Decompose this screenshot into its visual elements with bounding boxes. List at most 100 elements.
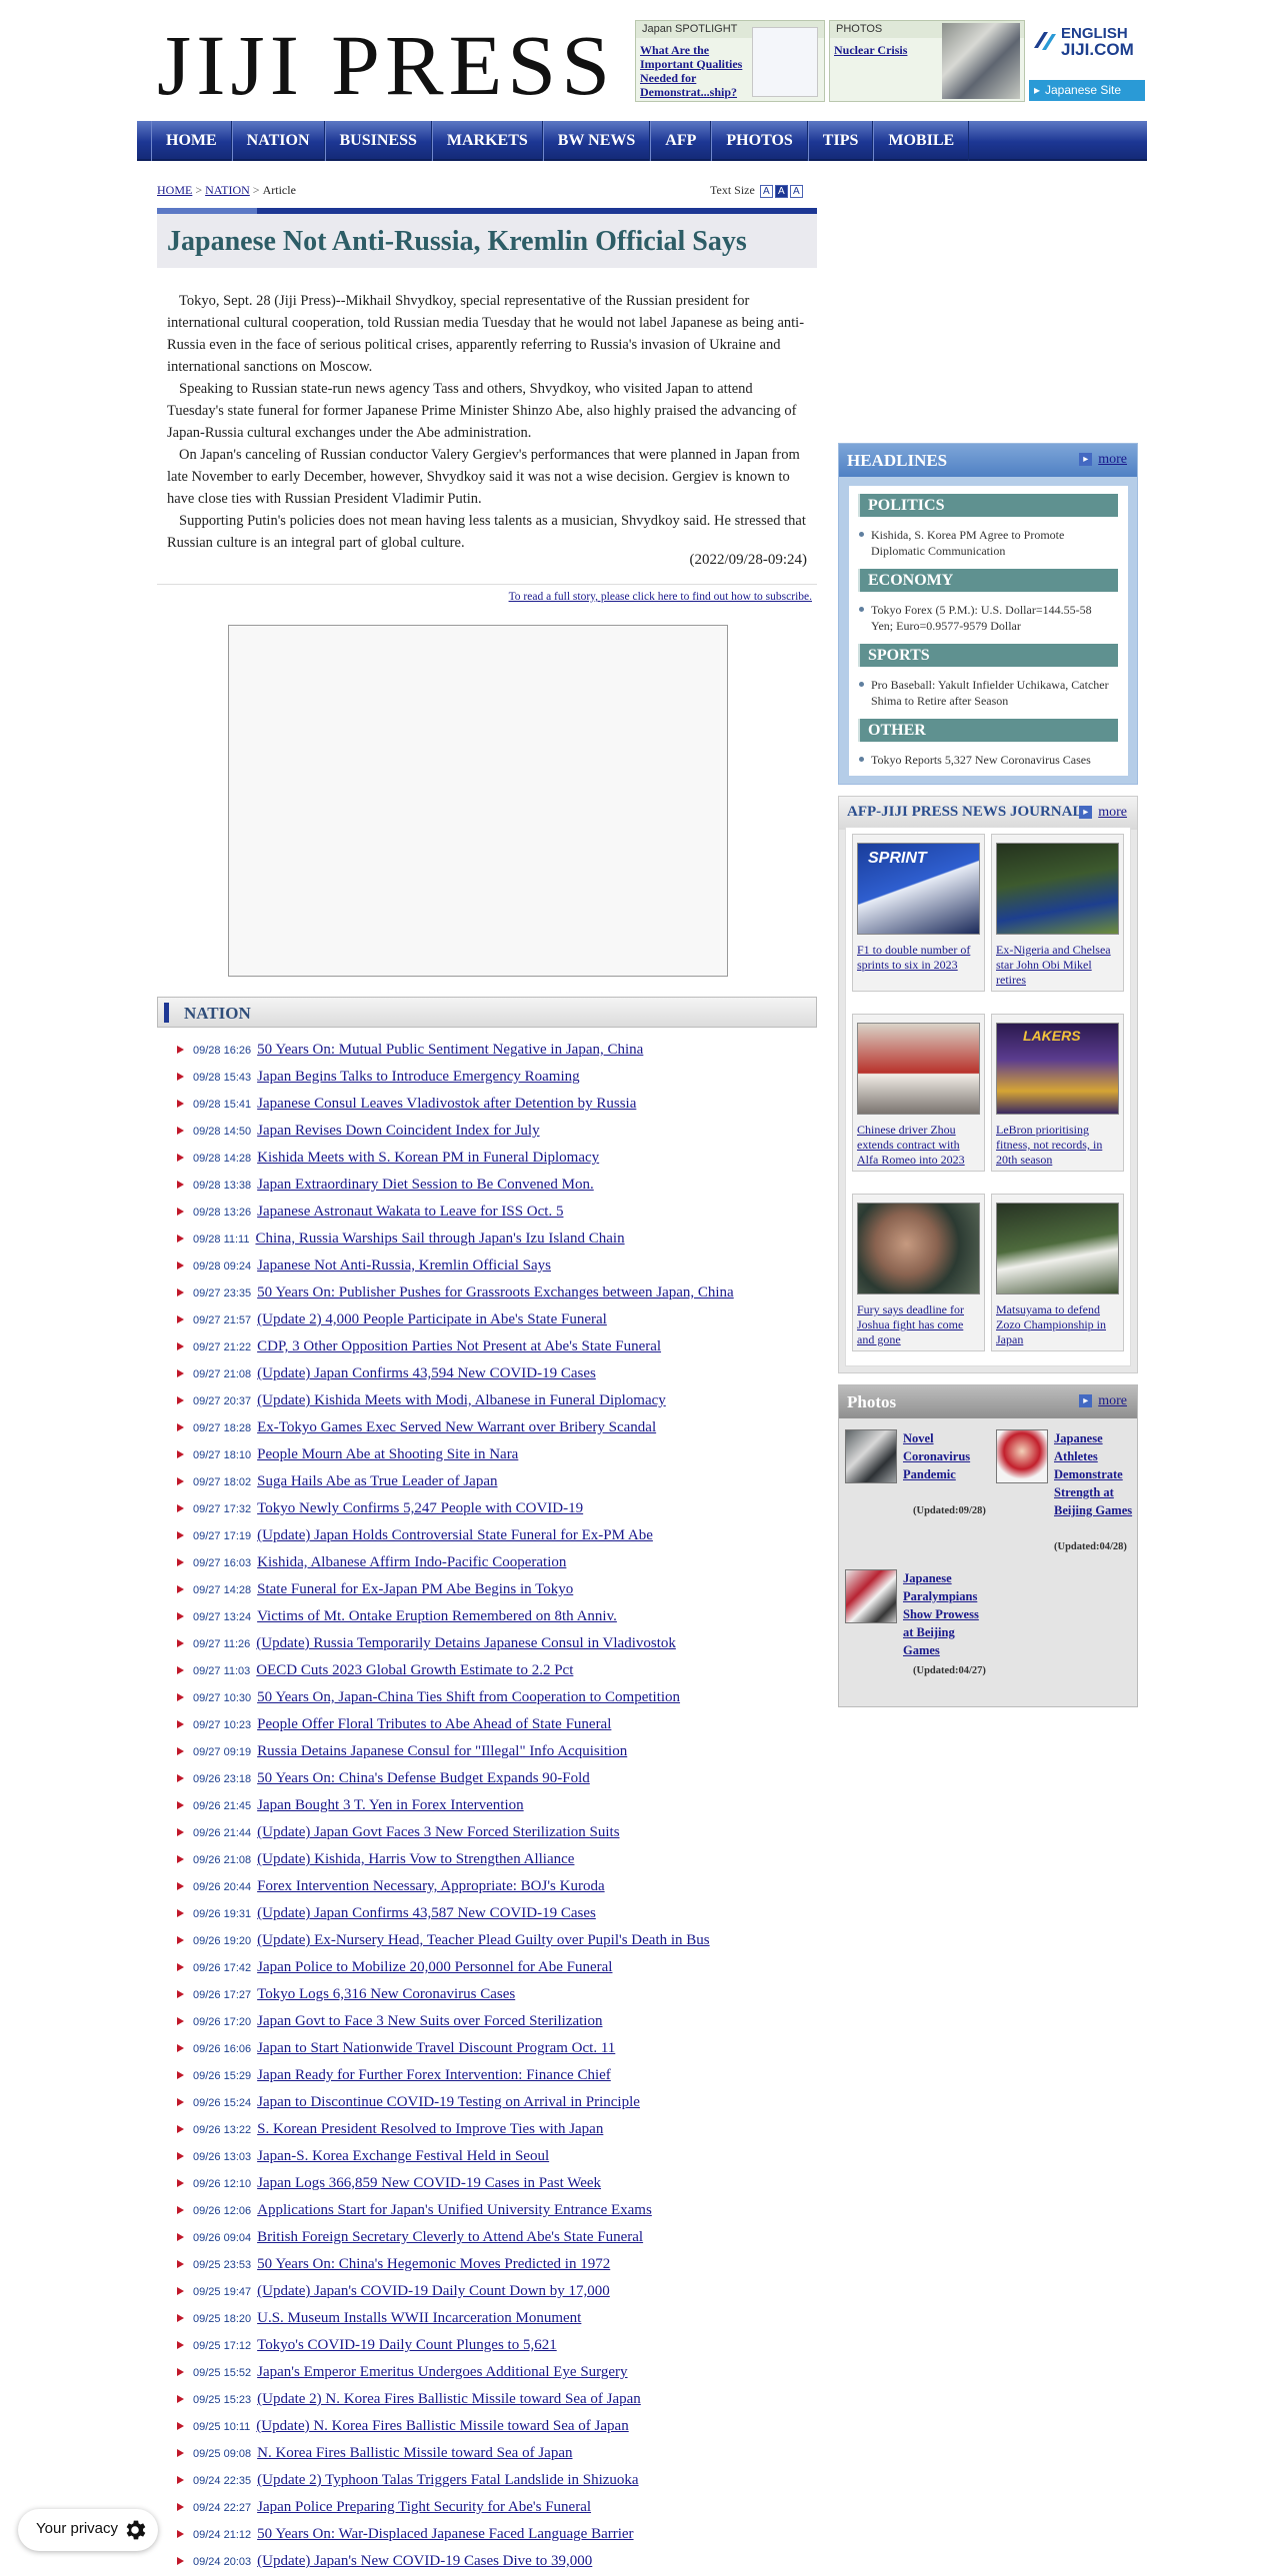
news-link[interactable]: Japan Begins Talks to Introduce Emergenc… — [257, 1069, 580, 1085]
news-link[interactable]: (Update 2) 4,000 People Participate in A… — [257, 1311, 607, 1327]
news-link[interactable]: Japanese Astronaut Wakata to Leave for I… — [257, 1204, 563, 1220]
nav-mobile[interactable]: MOBILE — [873, 121, 970, 161]
news-link[interactable]: 50 Years On: China's Defense Budget Expa… — [257, 1770, 590, 1786]
afp-card-caption[interactable]: Matsuyama to defend Zozo Championship in… — [996, 1302, 1121, 1347]
afp-card-image[interactable] — [996, 843, 1119, 935]
news-link[interactable]: State Funeral for Ex-Japan PM Abe Begins… — [257, 1581, 573, 1597]
news-link[interactable]: Japan Logs 366,859 New COVID-19 Cases in… — [257, 2175, 601, 2191]
news-link[interactable]: CDP, 3 Other Opposition Parties Not Pres… — [257, 1338, 661, 1354]
afp-card[interactable]: SPRINT F1 to double number of sprints to… — [852, 834, 985, 992]
afp-card-caption[interactable]: F1 to double number of sprints to six in… — [857, 943, 982, 973]
news-link[interactable]: Japan Bought 3 T. Yen in Forex Intervent… — [257, 1797, 524, 1813]
category-economy[interactable]: ECONOMY — [858, 569, 1118, 592]
news-link[interactable]: 50 Years On: War-Displaced Japanese Face… — [257, 2526, 633, 2542]
afp-card-caption[interactable]: LeBron prioritising fitness, not records… — [996, 1123, 1121, 1168]
nav-business[interactable]: BUSINESS — [324, 121, 432, 161]
privacy-settings-button[interactable]: Your privacy — [18, 2509, 158, 2551]
afp-card-image[interactable]: SPRINT — [857, 843, 980, 935]
afp-card-image[interactable] — [857, 1023, 980, 1115]
news-link[interactable]: Japan Police Preparing Tight Security fo… — [257, 2499, 591, 2515]
news-link[interactable]: Applications Start for Japan's Unified U… — [257, 2202, 652, 2218]
news-link[interactable]: (Update) Kishida Meets with Modi, Albane… — [257, 1392, 666, 1408]
afp-card-image[interactable] — [996, 1203, 1119, 1294]
news-link[interactable]: Tokyo's COVID-19 Daily Count Plunges to … — [257, 2337, 557, 2353]
afp-more-link[interactable]: more — [1079, 805, 1127, 821]
nav-afp[interactable]: AFP — [650, 121, 712, 161]
news-link[interactable]: Japanese Not Anti-Russia, Kremlin Offici… — [257, 1258, 551, 1274]
photo-thumbnail[interactable] — [845, 1429, 897, 1483]
photo-caption[interactable]: Novel Coronavirus Pandemic — [903, 1429, 983, 1483]
news-link[interactable]: Japan to Start Nationwide Travel Discoun… — [257, 2040, 615, 2056]
headline-item[interactable]: Tokyo Reports 5,327 New Coronavirus Case… — [857, 752, 1112, 768]
afp-card-image[interactable]: LAKERS — [996, 1023, 1119, 1115]
headline-item[interactable]: Tokyo Forex (5 P.M.): U.S. Dollar=144.55… — [857, 602, 1112, 634]
spotlight-thumbnail[interactable] — [752, 27, 818, 97]
text-size-medium-button[interactable]: A — [774, 185, 788, 198]
news-link[interactable]: (Update) Ex-Nursery Head, Teacher Plead … — [257, 1932, 710, 1948]
nav-markets[interactable]: MARKETS — [431, 121, 543, 161]
nav-photos[interactable]: PHOTOS — [711, 121, 808, 161]
site-logo[interactable]: JIJI PRESS — [157, 22, 615, 108]
news-link[interactable]: China, Russia Warships Sail through Japa… — [255, 1231, 624, 1247]
news-link[interactable]: Suga Hails Abe as True Leader of Japan — [257, 1473, 497, 1489]
news-link[interactable]: 50 Years On, Japan-China Ties Shift from… — [257, 1689, 680, 1705]
news-link[interactable]: S. Korean President Resolved to Improve … — [257, 2121, 603, 2137]
headline-item[interactable]: Pro Baseball: Yakult Infielder Uchikawa,… — [857, 677, 1112, 709]
category-politics[interactable]: POLITICS — [858, 494, 1118, 517]
news-link[interactable]: Japan's Emperor Emeritus Undergoes Addit… — [257, 2364, 627, 2380]
news-link[interactable]: (Update) Japan Confirms 43,587 New COVID… — [257, 1905, 596, 1921]
nav-nation[interactable]: NATION — [231, 121, 325, 161]
photo-caption[interactable]: Japanese Paralympians Show Prowess at Be… — [903, 1569, 983, 1659]
afp-card[interactable]: Fury says deadline for Joshua fight has … — [852, 1194, 985, 1351]
news-link[interactable]: (Update) N. Korea Fires Ballistic Missil… — [256, 2418, 628, 2434]
nav-bw-news[interactable]: BW NEWS — [542, 121, 651, 161]
news-link[interactable]: Forex Intervention Necessary, Appropriat… — [257, 1878, 604, 1894]
photo-thumbnail[interactable] — [845, 1569, 897, 1623]
nav-tips[interactable]: TIPS — [807, 121, 874, 161]
news-link[interactable]: 50 Years On: China's Hegemonic Moves Pre… — [257, 2256, 610, 2272]
news-link[interactable]: British Foreign Secretary Cleverly to At… — [257, 2229, 643, 2245]
text-size-large-button[interactable]: A — [789, 185, 803, 198]
news-link[interactable]: Japanese Consul Leaves Vladivostok after… — [257, 1096, 636, 1112]
photo-caption[interactable]: Japanese Athletes Demonstrate Strength a… — [1054, 1429, 1134, 1519]
afp-card-image[interactable] — [857, 1203, 980, 1294]
japanese-site-button[interactable]: Japanese Site — [1029, 80, 1145, 101]
news-link[interactable]: Japan Police to Mobilize 20,000 Personne… — [257, 1959, 612, 1975]
news-link[interactable]: Japan to Discontinue COVID-19 Testing on… — [257, 2094, 640, 2110]
breadcrumb-nation[interactable]: NATION — [205, 183, 250, 197]
news-link[interactable]: (Update 2) N. Korea Fires Ballistic Miss… — [257, 2391, 641, 2407]
subscribe-link[interactable]: To read a full story, please click here … — [509, 591, 812, 603]
category-sports[interactable]: SPORTS — [858, 644, 1118, 667]
news-link[interactable]: (Update) Japan Holds Controversial State… — [257, 1527, 653, 1543]
news-link[interactable]: Kishida Meets with S. Korean PM in Funer… — [257, 1150, 599, 1166]
category-other[interactable]: OTHER — [858, 719, 1118, 742]
headlines-more-link[interactable]: more — [1079, 452, 1127, 468]
afp-card[interactable]: Chinese driver Zhou extends contract wit… — [852, 1014, 985, 1172]
news-link[interactable]: (Update) Japan Confirms 43,594 New COVID… — [257, 1365, 596, 1381]
english-jiji-logo[interactable]: ENGLISH JIJI.COM — [1029, 20, 1145, 78]
news-link[interactable]: (Update) Russia Temporarily Detains Japa… — [256, 1635, 676, 1651]
afp-card-caption[interactable]: Fury says deadline for Joshua fight has … — [857, 1302, 982, 1347]
news-link[interactable]: N. Korea Fires Ballistic Missile toward … — [257, 2445, 572, 2461]
photo-thumbnail[interactable] — [996, 1429, 1048, 1483]
news-link[interactable]: (Update) Japan Govt Faces 3 New Forced S… — [257, 1824, 619, 1840]
spotlight-link[interactable]: What Are the Important Qualities Needed … — [640, 43, 742, 99]
news-link[interactable]: (Update 2) Typhoon Talas Triggers Fatal … — [257, 2472, 638, 2488]
news-link[interactable]: Japan-S. Korea Exchange Festival Held in… — [257, 2148, 549, 2164]
nav-home[interactable]: HOME — [151, 121, 232, 161]
news-link[interactable]: 50 Years On: Mutual Public Sentiment Neg… — [257, 1042, 643, 1058]
news-link[interactable]: OECD Cuts 2023 Global Growth Estimate to… — [256, 1662, 573, 1678]
news-link[interactable]: Japan Revises Down Coincident Index for … — [257, 1123, 539, 1139]
news-link[interactable]: People Offer Floral Tributes to Abe Ahea… — [257, 1716, 611, 1732]
news-link[interactable]: Kishida, Albanese Affirm Indo-Pacific Co… — [257, 1554, 566, 1570]
news-link[interactable]: Tokyo Logs 6,316 New Coronavirus Cases — [257, 1986, 515, 2002]
afp-card[interactable]: Ex-Nigeria and Chelsea star John Obi Mik… — [991, 834, 1124, 992]
news-link[interactable]: Ex-Tokyo Games Exec Served New Warrant o… — [257, 1419, 656, 1435]
headline-item[interactable]: Kishida, S. Korea PM Agree to Promote Di… — [857, 527, 1112, 559]
afp-card-caption[interactable]: Chinese driver Zhou extends contract wit… — [857, 1123, 982, 1168]
afp-card[interactable]: LAKERS LeBron prioritising fitness, not … — [991, 1014, 1124, 1172]
advertisement-placeholder[interactable] — [228, 625, 728, 977]
afp-card-caption[interactable]: Ex-Nigeria and Chelsea star John Obi Mik… — [996, 943, 1121, 988]
news-link[interactable]: Japan Extraordinary Diet Session to Be C… — [257, 1177, 594, 1193]
news-link[interactable]: Tokyo Newly Confirms 5,247 People with C… — [257, 1500, 583, 1516]
